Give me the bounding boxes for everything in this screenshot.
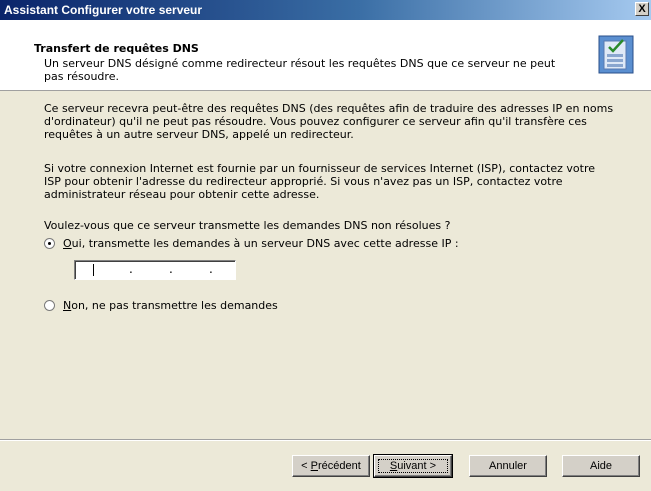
forward-yes-label: Oui, transmette les demandes à un serveu… [63,237,459,250]
close-button[interactable]: X [635,2,649,16]
help-button[interactable]: Aide [562,455,640,477]
forward-no-radio[interactable] [44,300,55,311]
next-button[interactable]: Suivant > [373,454,453,478]
wizard-header: Transfert de requêtes DNS Un serveur DNS… [0,20,651,91]
title-bar: Assistant Configurer votre serveur X [0,0,651,20]
text-cursor [93,264,94,276]
ip-separator: . [129,262,133,276]
forward-no-option[interactable]: Non, ne pas transmettre les demandes [44,299,278,312]
forward-yes-radio[interactable] [44,238,55,249]
footer-divider [0,439,651,441]
page-title: Transfert de requêtes DNS [34,42,199,55]
back-button[interactable]: < Précédent [292,455,370,477]
isp-paragraph: Si votre connexion Internet est fournie … [44,162,595,201]
focus-rect [378,459,448,473]
ip-address-input[interactable]: . . . [74,260,236,280]
forward-yes-option[interactable]: Oui, transmette les demandes à un serveu… [44,237,459,250]
ip-separator: . [209,262,213,276]
window-title: Assistant Configurer votre serveur [4,3,203,17]
forward-no-label: Non, ne pas transmettre les demandes [63,299,278,312]
close-icon: X [638,3,646,15]
intro-paragraph: Ce serveur recevra peut-être des requête… [44,102,614,141]
forward-question: Voulez-vous que ce serveur transmette le… [44,219,451,232]
cancel-button[interactable]: Annuler [469,455,547,477]
wizard-body: Ce serveur recevra peut-être des requête… [0,91,651,439]
server-config-icon [598,35,634,74]
page-description: Un serveur DNS désigné comme redirecteur… [44,57,556,83]
ip-separator: . [169,262,173,276]
